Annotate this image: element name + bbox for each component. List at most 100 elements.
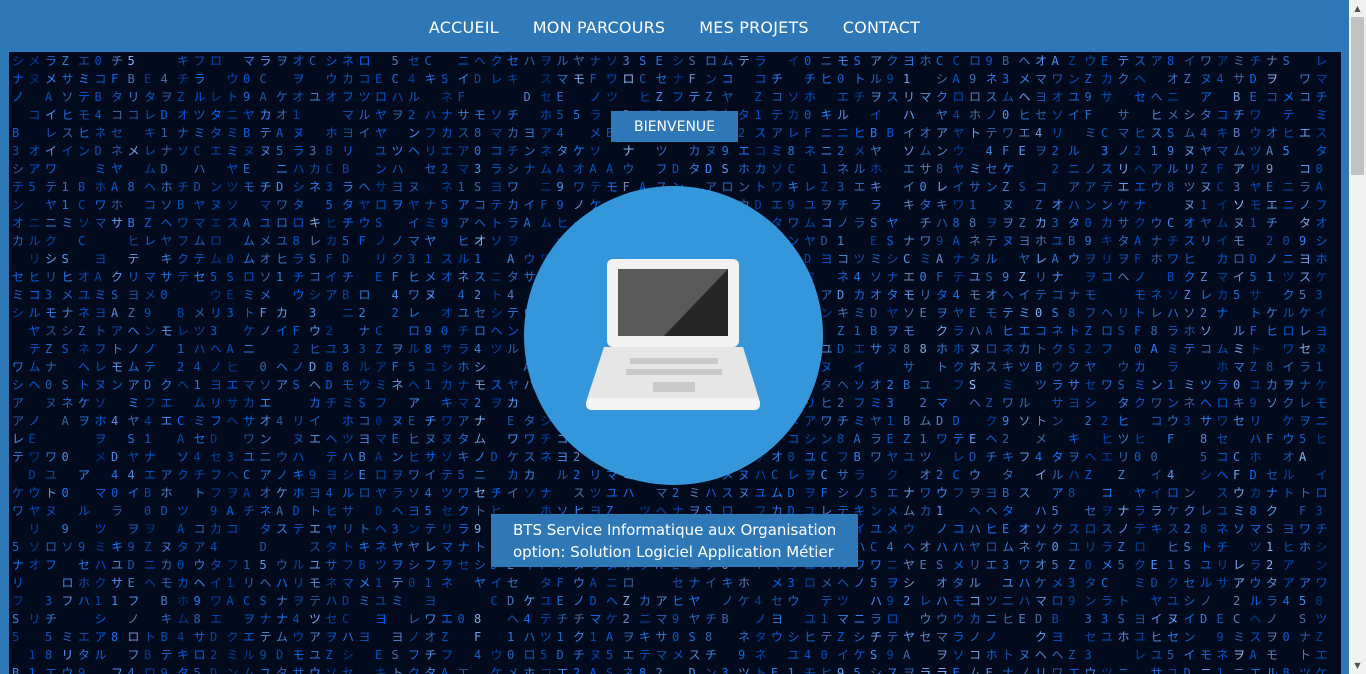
- svg-text:レ: レ: [920, 594, 932, 608]
- scroll-up-arrow-icon[interactable]: ▲: [1349, 0, 1366, 17]
- svg-text:ニ: ニ: [260, 450, 272, 464]
- svg-text:ラ: ラ: [293, 252, 305, 266]
- svg-text:ム: ム: [194, 396, 206, 410]
- svg-text:エ: エ: [837, 90, 849, 104]
- svg-text:ウ: ウ: [1151, 216, 1163, 230]
- svg-text:ホ: ホ: [936, 342, 948, 356]
- scroll-down-arrow-icon[interactable]: ▼: [1349, 657, 1366, 674]
- svg-text:ネ: ネ: [1217, 522, 1229, 536]
- svg-text:イ: イ: [1035, 468, 1047, 482]
- svg-text:A: A: [95, 270, 103, 284]
- svg-text:イ: イ: [128, 486, 140, 500]
- svg-text:ラ: ラ: [936, 666, 948, 674]
- svg-text:ク: ク: [177, 468, 189, 482]
- svg-text:ユ: ユ: [969, 270, 981, 284]
- svg-text:ノ: ノ: [854, 576, 866, 590]
- svg-text:シ: シ: [12, 306, 24, 320]
- svg-text:ヨ: ヨ: [1134, 612, 1146, 626]
- svg-text:レ: レ: [309, 234, 321, 248]
- svg-text:ソ: ソ: [903, 144, 915, 158]
- svg-text:ヌ: ヌ: [425, 432, 437, 446]
- svg-text:5: 5: [1052, 558, 1059, 572]
- svg-text:3: 3: [1085, 612, 1092, 626]
- svg-text:9: 9: [738, 648, 745, 662]
- svg-text:ワ: ワ: [1052, 666, 1064, 674]
- nav-link-mon-parcours[interactable]: MON PARCOURS: [533, 16, 666, 37]
- svg-text:リ: リ: [243, 576, 255, 590]
- svg-text:ト: ト: [227, 90, 239, 104]
- svg-text:エ: エ: [854, 342, 866, 356]
- svg-text:ヤ: ヤ: [111, 162, 123, 176]
- svg-text:エ: エ: [227, 378, 239, 392]
- svg-text:ロ: ロ: [705, 54, 717, 68]
- svg-text:ロ: ロ: [986, 540, 998, 554]
- svg-text:エ: エ: [78, 54, 90, 68]
- svg-text:ロ: ロ: [986, 342, 998, 356]
- svg-text:ミ: ミ: [1002, 378, 1014, 392]
- svg-text:ウ: ウ: [210, 288, 222, 302]
- nav-link-mes-projets[interactable]: MES PROJETS: [699, 16, 808, 37]
- svg-text:エ: エ: [45, 666, 57, 674]
- svg-text:ト: ト: [392, 666, 404, 674]
- svg-text:ミ: ミ: [12, 288, 24, 302]
- svg-text:ヘ: ヘ: [1052, 648, 1064, 662]
- svg-text:4: 4: [1283, 594, 1290, 608]
- svg-text:ム: ム: [177, 612, 189, 626]
- svg-text:テ: テ: [45, 180, 57, 194]
- svg-text:ノ: ノ: [1266, 612, 1278, 626]
- svg-text:ニ: ニ: [227, 108, 239, 122]
- svg-text:ソ: ソ: [854, 378, 866, 392]
- svg-text:Z: Z: [326, 648, 333, 662]
- svg-text:マ: マ: [144, 270, 156, 284]
- svg-text:ン: ン: [507, 324, 519, 338]
- svg-text:テ: テ: [326, 450, 338, 464]
- svg-text:4: 4: [276, 414, 283, 428]
- svg-text:ル: ル: [1019, 396, 1031, 410]
- svg-text:ヒ: ヒ: [1316, 432, 1328, 446]
- svg-text:タ: タ: [1052, 450, 1064, 464]
- vertical-scrollbar[interactable]: ▲ ▼: [1349, 0, 1366, 674]
- svg-text:ヲ: ヲ: [1085, 252, 1097, 266]
- svg-text:F: F: [936, 270, 943, 284]
- svg-text:オ: オ: [260, 486, 272, 500]
- svg-text:ハ: ハ: [969, 324, 981, 338]
- svg-text:フ: フ: [194, 54, 206, 68]
- svg-text:フ: フ: [62, 594, 74, 608]
- svg-text:D: D: [524, 90, 531, 104]
- svg-text:S: S: [62, 342, 69, 356]
- svg-text:0: 0: [62, 450, 69, 464]
- svg-text:1: 1: [62, 180, 69, 194]
- svg-text:ナ: ナ: [1134, 198, 1146, 212]
- nav-link-accueil[interactable]: ACCUEIL: [429, 16, 499, 37]
- svg-text:ワ: ワ: [95, 198, 107, 212]
- svg-text:レ: レ: [1200, 504, 1212, 518]
- svg-text:ト: ト: [936, 360, 948, 374]
- svg-text:ト: ト: [491, 288, 503, 302]
- laptop-icon: [524, 186, 823, 485]
- svg-text:エ: エ: [623, 648, 635, 662]
- svg-text:ル: ル: [1283, 306, 1295, 320]
- scroll-thumb[interactable]: [1351, 17, 1364, 175]
- svg-text:コ: コ: [359, 414, 371, 428]
- svg-text:E: E: [969, 432, 976, 446]
- svg-text:0: 0: [260, 360, 267, 374]
- svg-text:ハ: ハ: [953, 540, 965, 554]
- svg-text:ウ: ウ: [1250, 126, 1262, 140]
- svg-text:ホ: ホ: [738, 162, 750, 176]
- svg-text:コ: コ: [29, 108, 41, 122]
- svg-text:3: 3: [1316, 504, 1323, 518]
- svg-text:ワ: ワ: [606, 72, 618, 86]
- svg-text:リ: リ: [375, 252, 387, 266]
- svg-text:ロ: ロ: [194, 648, 206, 662]
- svg-text:D: D: [969, 450, 976, 464]
- svg-text:ワ: ワ: [1217, 414, 1229, 428]
- svg-text:セ: セ: [1085, 378, 1097, 392]
- svg-text:メ: メ: [590, 126, 602, 140]
- svg-text:ミ: ミ: [95, 540, 107, 554]
- nav-link-contact[interactable]: CONTACT: [843, 16, 920, 37]
- svg-text:ア: ア: [78, 468, 90, 482]
- svg-text:ラ: ラ: [1167, 324, 1179, 338]
- svg-text:フ: フ: [95, 342, 107, 356]
- svg-text:ミ: ミ: [969, 162, 981, 176]
- svg-text:C: C: [194, 144, 201, 158]
